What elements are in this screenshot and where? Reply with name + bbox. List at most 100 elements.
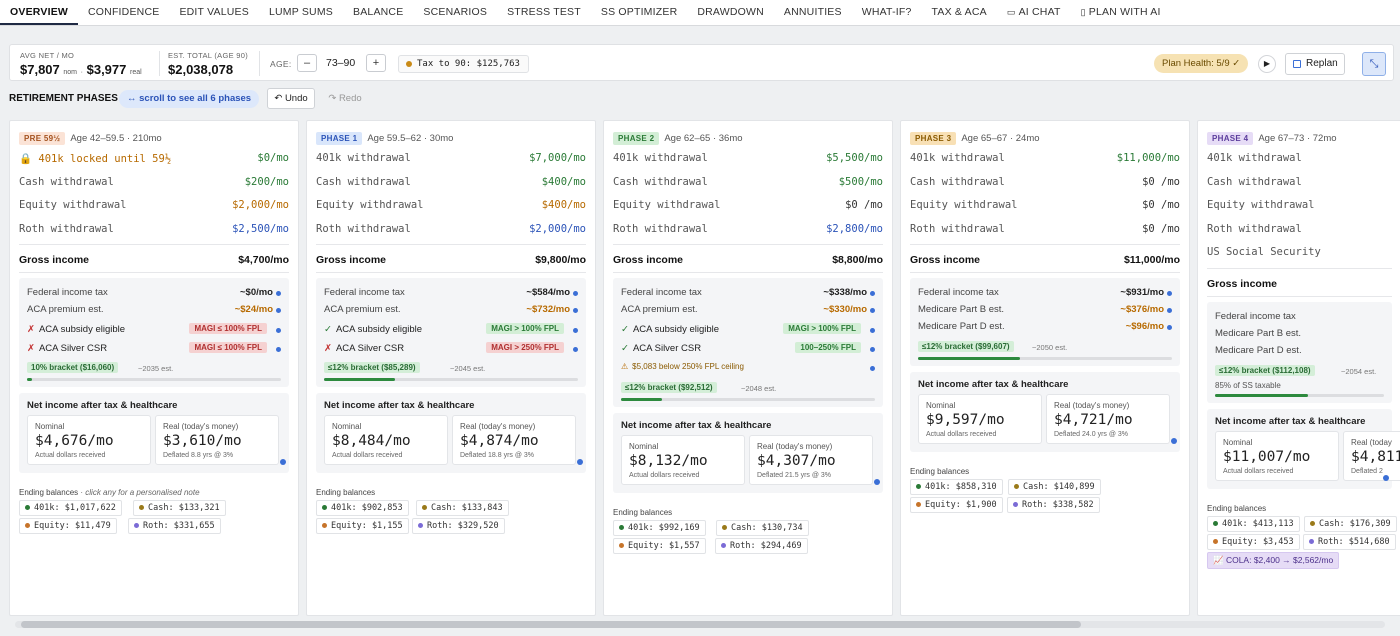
withdrawal-row[interactable]: Equity withdrawal $2,000/mo — [19, 199, 289, 215]
balance-cash-chip[interactable]: Cash: $130,734 — [716, 520, 809, 536]
balance-roth-chip[interactable]: Roth: $331,655 — [128, 518, 221, 534]
balance-roth-chip[interactable]: Roth: $338,582 — [1007, 497, 1100, 513]
balance-401k-chip[interactable]: 401k: $1,017,622 — [19, 500, 122, 516]
play-icon[interactable]: ▶ — [1258, 55, 1276, 73]
age-increment-button[interactable]: + — [366, 54, 386, 72]
withdrawal-row[interactable]: Equity withdrawal $0 /mo — [613, 199, 883, 215]
withdrawal-row[interactable]: Roth withdrawal $2,800/mo — [613, 223, 883, 239]
balance-cash-chip[interactable]: Cash: $140,899 — [1008, 479, 1101, 495]
info-dot-icon[interactable] — [870, 347, 875, 352]
horizontal-scrollbar[interactable] — [15, 621, 1385, 628]
collapse-icon[interactable]: ⤡ — [1362, 52, 1386, 76]
fpl-warning-text: $5,083 below 250% FPL ceiling — [632, 362, 744, 371]
info-dot-icon[interactable] — [1167, 308, 1172, 313]
tab-tax-aca[interactable]: TAX & ACA — [922, 0, 997, 25]
withdrawal-row[interactable]: Roth withdrawal $0 /mo — [910, 223, 1180, 239]
balance-401k-chip[interactable]: 401k: $902,853 — [316, 500, 409, 516]
withdrawal-row[interactable]: US Social Security — [1207, 246, 1392, 262]
balance-cash-chip[interactable]: Cash: $133,321 — [133, 500, 226, 516]
undo-button[interactable]: ↶ Undo — [267, 88, 315, 109]
replan-button[interactable]: Replan — [1285, 53, 1345, 75]
balance-equity-chip[interactable]: Equity: $1,155 — [316, 518, 409, 534]
info-dot-icon[interactable] — [870, 328, 875, 333]
balance-equity-chip[interactable]: Equity: $1,557 — [613, 538, 706, 554]
withdrawal-label: Equity withdrawal — [613, 199, 721, 211]
info-dot-icon[interactable] — [573, 328, 578, 333]
withdrawal-row[interactable]: 401k withdrawal $11,000/mo — [910, 152, 1180, 168]
replan-icon — [1293, 60, 1301, 68]
warning-icon: ⚠ — [621, 362, 629, 371]
tab-confidence[interactable]: CONFIDENCE — [78, 0, 169, 25]
tab-balance[interactable]: BALANCE — [343, 0, 413, 25]
withdrawal-row[interactable]: Equity withdrawal — [1207, 199, 1392, 215]
withdrawal-row[interactable]: Equity withdrawal $0 /mo — [910, 199, 1180, 215]
withdrawal-row[interactable]: 401k withdrawal $5,500/mo — [613, 152, 883, 168]
info-dot-icon[interactable] — [1383, 474, 1389, 481]
withdrawal-row[interactable]: Roth withdrawal $2,000/mo — [316, 223, 586, 239]
withdrawal-row[interactable]: Roth withdrawal $2,500/mo — [19, 223, 289, 239]
scrollbar-thumb[interactable] — [21, 621, 1081, 628]
info-dot-icon[interactable] — [573, 347, 578, 352]
withdrawal-row[interactable]: Cash withdrawal $0 /mo — [910, 176, 1180, 192]
age-decrement-button[interactable]: – — [297, 54, 317, 72]
info-dot-icon[interactable] — [573, 291, 578, 296]
tax-row: ACA premium est. ~$330/mo — [621, 304, 875, 318]
withdrawal-row[interactable]: Equity withdrawal $400/mo — [316, 199, 586, 215]
info-dot-icon[interactable] — [870, 291, 875, 296]
info-dot-icon[interactable] — [276, 347, 281, 352]
tax-row: Medicare Part D est. — [1215, 345, 1384, 359]
withdrawal-row[interactable]: Roth withdrawal — [1207, 223, 1392, 239]
balance-roth-chip[interactable]: Roth: $514,680 — [1303, 533, 1396, 550]
info-dot-icon[interactable] — [870, 308, 875, 313]
tab-plan-with-ai[interactable]: ▯ PLAN WITH AI — [1071, 0, 1171, 25]
balance-401k-chip[interactable]: 401k: $413,113 — [1207, 515, 1300, 532]
balance-equity-chip[interactable]: Equity: $3,453 — [1207, 533, 1300, 550]
balance-equity-chip[interactable]: Equity: $11,479 — [19, 518, 117, 534]
tab-edit-values[interactable]: EDIT VALUES — [169, 0, 259, 25]
bracket-year-note: ~2045 est. — [450, 364, 486, 373]
plan-health-badge[interactable]: Plan Health: 5/9 ✓ — [1154, 54, 1249, 73]
withdrawal-row[interactable]: 401k withdrawal — [1207, 152, 1392, 168]
info-dot-icon[interactable] — [1167, 325, 1172, 330]
withdrawal-row[interactable]: Cash withdrawal — [1207, 176, 1392, 192]
balance-401k-chip[interactable]: 401k: $992,169 — [613, 520, 706, 536]
tab-scenarios[interactable]: SCENARIOS — [413, 0, 497, 25]
nominal-value: $11,007/mo — [1223, 448, 1311, 465]
redo-button[interactable]: ↷ Redo — [322, 88, 368, 109]
tab-annuities[interactable]: ANNUITIES — [774, 0, 852, 25]
tab-lump-sums[interactable]: LUMP SUMS — [259, 0, 343, 25]
tax-value: ~$330/mo — [823, 304, 867, 315]
withdrawal-row[interactable]: 401k withdrawal $7,000/mo — [316, 152, 586, 168]
balance-roth-chip[interactable]: Roth: $294,469 — [715, 538, 808, 554]
tab-drawdown[interactable]: DRAWDOWN — [687, 0, 774, 25]
balance-equity-chip[interactable]: Equity: $1,900 — [910, 497, 1003, 513]
info-dot-icon[interactable] — [280, 459, 286, 465]
info-dot-icon[interactable] — [870, 366, 875, 371]
withdrawal-row[interactable]: Cash withdrawal $400/mo — [316, 176, 586, 192]
tab-ai-chat[interactable]: ▭ AI CHAT — [997, 0, 1071, 25]
withdrawal-value: $0/mo — [257, 152, 289, 164]
withdrawal-row[interactable]: 🔒 401k locked until 59½ $0/mo — [19, 152, 289, 168]
balance-401k-chip[interactable]: 401k: $858,310 — [910, 479, 1003, 495]
balance-cash-chip[interactable]: Cash: $176,309 — [1304, 515, 1397, 532]
balance-text: Equity: $1,900 — [925, 500, 997, 510]
tab-stress-test[interactable]: STRESS TEST — [497, 0, 591, 25]
info-dot-icon[interactable] — [573, 308, 578, 313]
info-dot-icon[interactable] — [874, 479, 880, 485]
withdrawal-row[interactable]: Cash withdrawal $500/mo — [613, 176, 883, 192]
balance-roth-chip[interactable]: Roth: $329,520 — [412, 518, 505, 534]
info-dot-icon[interactable] — [577, 459, 583, 465]
net-income-box: Net income after tax & healthcare Nominal… — [910, 372, 1180, 452]
info-dot-icon[interactable] — [1167, 291, 1172, 296]
tax-to-90-chip: Tax to 90: $125,763 — [398, 55, 529, 73]
info-dot-icon[interactable] — [1171, 438, 1177, 444]
balance-cash-chip[interactable]: Cash: $133,843 — [416, 500, 509, 516]
tab-ss-optimizer[interactable]: SS OPTIMIZER — [591, 0, 688, 25]
gross-income-row: Gross income $8,800/mo — [613, 254, 883, 266]
info-dot-icon[interactable] — [276, 291, 281, 296]
withdrawal-row[interactable]: Cash withdrawal $200/mo — [19, 176, 289, 192]
tab-what-if[interactable]: WHAT-IF? — [852, 0, 922, 25]
info-dot-icon[interactable] — [276, 308, 281, 313]
info-dot-icon[interactable] — [276, 328, 281, 333]
tab-overview[interactable]: OVERVIEW — [0, 0, 79, 25]
